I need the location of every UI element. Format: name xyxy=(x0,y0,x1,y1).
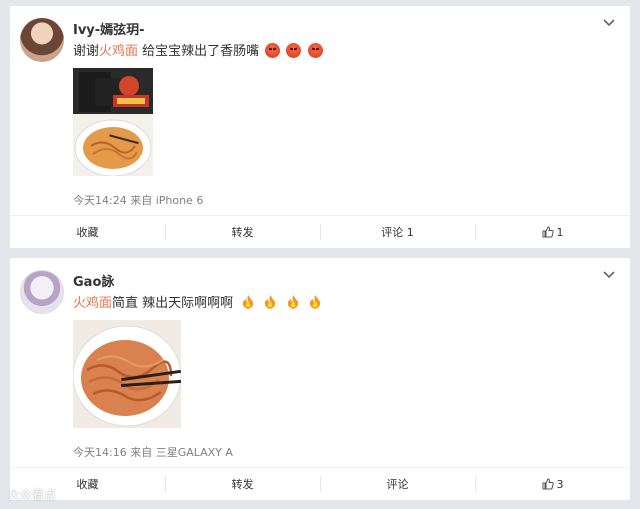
action-bar: 收藏 转发 评论 1 1 xyxy=(10,215,630,248)
collect-label: 收藏 xyxy=(76,226,99,239)
repost-label: 转发 xyxy=(231,226,254,239)
action-bar: 收藏 转发 评论 3 xyxy=(10,467,630,500)
post-card: Gao詠 火鸡面简直 辣出天际啊啊啊 今天14:16 来自 三星GALAXY A… xyxy=(10,258,630,500)
post-text-part: 简直 辣出天际啊啊啊 xyxy=(112,296,234,311)
comment-button[interactable]: 评论 xyxy=(320,468,475,500)
fire-icon xyxy=(243,295,254,309)
post-text: 谢谢火鸡面 给宝宝辣出了香肠嘴 xyxy=(73,40,323,59)
hashtag-link[interactable]: 火鸡面 xyxy=(99,44,138,59)
angry-face-icon xyxy=(286,43,302,58)
chevron-down-icon[interactable] xyxy=(602,268,616,282)
avatar[interactable] xyxy=(20,18,64,62)
username[interactable]: Gao詠 xyxy=(73,271,114,290)
hashtag-link[interactable]: 火鸡面 xyxy=(73,296,112,311)
watermark-text: 大众看点 xyxy=(8,488,57,502)
like-count: 3 xyxy=(556,477,564,491)
like-button[interactable]: 1 xyxy=(475,216,630,248)
watermark: 大众看点 xyxy=(8,486,56,503)
like-count: 1 xyxy=(556,225,564,239)
collect-label: 收藏 xyxy=(76,478,99,491)
post-meta: 今天14:16 来自 三星GALAXY A xyxy=(73,446,233,459)
post-text-part: 给宝宝辣出了香肠嘴 xyxy=(138,44,260,59)
avatar[interactable] xyxy=(20,270,64,314)
repost-label: 转发 xyxy=(231,478,254,491)
fire-icon xyxy=(265,295,276,309)
comment-button[interactable]: 评论 1 xyxy=(320,216,475,248)
post-photo[interactable] xyxy=(73,68,153,176)
post-meta: 今天14:24 来自 iPhone 6 xyxy=(73,194,204,207)
post-text: 火鸡面简直 辣出天际啊啊啊 xyxy=(73,292,322,311)
fire-icon xyxy=(287,295,298,309)
angry-face-icon xyxy=(307,43,323,58)
angry-face-icon xyxy=(265,43,281,58)
fire-icon xyxy=(309,295,320,309)
comment-label: 评论 xyxy=(386,478,409,491)
collect-button[interactable]: 收藏 xyxy=(10,216,165,248)
username[interactable]: Ivy-嫣弦玥- xyxy=(73,19,145,38)
post-photo[interactable] xyxy=(73,320,181,428)
repost-button[interactable]: 转发 xyxy=(165,216,320,248)
comment-label: 评论 1 xyxy=(381,226,414,239)
thumbs-up-icon xyxy=(542,226,554,238)
thumbs-up-icon xyxy=(542,478,554,490)
post-text-part: 谢谢 xyxy=(73,44,100,59)
like-button[interactable]: 3 xyxy=(475,468,630,500)
chevron-down-icon[interactable] xyxy=(602,16,616,30)
repost-button[interactable]: 转发 xyxy=(165,468,320,500)
post-card: Ivy-嫣弦玥- 谢谢火鸡面 给宝宝辣出了香肠嘴 今天14:24 来自 iPho… xyxy=(10,6,630,248)
